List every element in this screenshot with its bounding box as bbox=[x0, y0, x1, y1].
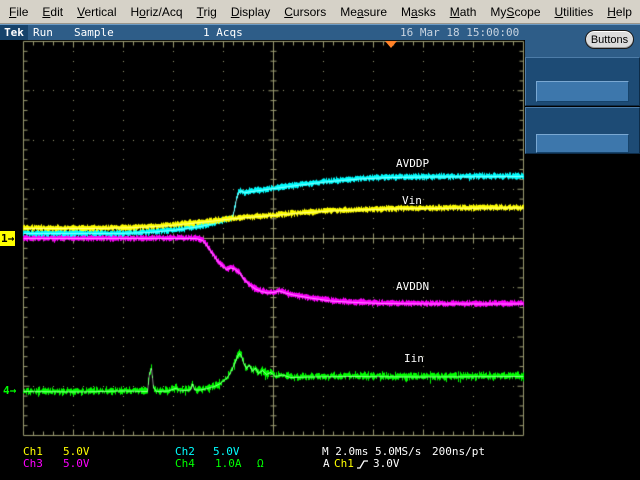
readout-area: Ch1 5.0V Ch3 5.0V Ch2 5.0V Ch4 1.0A Ω M … bbox=[0, 443, 640, 480]
acquisition-count: 1 Acqs bbox=[203, 26, 243, 39]
status-bar: Tek Run Sample 1 Acqs 16 Mar 18 15:00:00 bbox=[0, 24, 640, 40]
menu-item-utilities[interactable]: Utilities bbox=[548, 2, 601, 22]
acquisition-state: Run bbox=[33, 26, 53, 39]
rising-edge-icon bbox=[357, 460, 368, 469]
trace-label-iin: Iin bbox=[404, 352, 424, 365]
waveform-display bbox=[0, 40, 525, 445]
channel-4-reference-marker[interactable]: 4→ bbox=[2, 383, 17, 398]
ch3-readout-label[interactable]: Ch3 bbox=[23, 457, 43, 470]
ch4-coupling-ohm: Ω bbox=[257, 457, 264, 470]
ch4-scale-value: 1.0A bbox=[215, 457, 242, 470]
menu-item-cursors[interactable]: Cursors bbox=[277, 2, 333, 22]
channel-1-reference-marker[interactable]: 1→ bbox=[0, 231, 16, 246]
menu-item-file[interactable]: File bbox=[2, 2, 35, 22]
trigger-position-marker-icon[interactable] bbox=[385, 41, 397, 48]
ch4-readout-label[interactable]: Ch4 bbox=[175, 457, 195, 470]
menu-item-measure[interactable]: Measure bbox=[333, 2, 394, 22]
trace-label-avddp: AVDDP bbox=[396, 157, 430, 170]
menu-item-masks[interactable]: Masks bbox=[394, 2, 443, 22]
trigger-mode-readout: A bbox=[323, 457, 330, 470]
resolution-readout: 200ns/pt bbox=[432, 445, 485, 458]
menu-item-math[interactable]: Math bbox=[443, 2, 484, 22]
side-panel-slot-2 bbox=[525, 107, 640, 154]
side-panel-button-1[interactable] bbox=[536, 81, 629, 102]
trace-label-avddn: AVDDN bbox=[396, 280, 430, 293]
buttons-button[interactable]: Buttons bbox=[585, 30, 634, 49]
menu-item-trig[interactable]: Trig bbox=[190, 2, 224, 22]
ch3-scale-value: 5.0V bbox=[63, 457, 90, 470]
trace-label-vin: Vin bbox=[402, 194, 422, 207]
menu-bar: File Edit Vertical Horiz/Acq Trig Display Curs… bbox=[0, 0, 640, 24]
menu-item-horiz-acq[interactable]: Horiz/Acq bbox=[124, 2, 190, 22]
trigger-level-readout: 3.0V bbox=[373, 457, 400, 470]
acquisition-mode: Sample bbox=[74, 26, 114, 39]
trigger-source-readout: Ch1 bbox=[334, 457, 354, 470]
waveform-area: AVDDP Vin AVDDN Iin 1→ 4→ bbox=[0, 40, 525, 445]
menu-item-help[interactable]: Help bbox=[600, 2, 639, 22]
side-panel-button-2[interactable] bbox=[536, 134, 629, 153]
datetime-readout: 16 Mar 18 15:00:00 bbox=[400, 26, 520, 39]
tek-logo: Tek bbox=[0, 25, 28, 40]
menu-item-myscope[interactable]: MyScope bbox=[483, 2, 547, 22]
menu-item-vertical[interactable]: Vertical bbox=[70, 2, 123, 22]
side-panel-slot-1 bbox=[525, 57, 640, 106]
menu-item-display[interactable]: Display bbox=[224, 2, 277, 22]
oscilloscope-screen: File Edit Vertical Horiz/Acq Trig Display Curs… bbox=[0, 0, 640, 480]
menu-item-edit[interactable]: Edit bbox=[35, 2, 70, 22]
